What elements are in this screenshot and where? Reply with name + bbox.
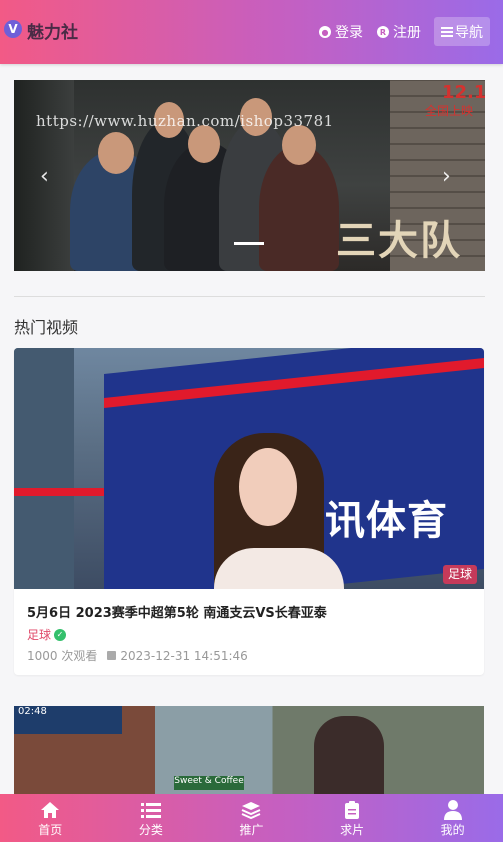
upload-date: 2023-12-31 14:51:46 (120, 648, 248, 663)
bottom-nav-profile[interactable]: 我的 (402, 794, 503, 842)
divider (14, 296, 485, 297)
list-icon (140, 799, 161, 821)
banner-figure-head (188, 125, 220, 163)
thumb-figure-body (214, 548, 344, 589)
video-category-label: 足球 (27, 628, 52, 642)
bottom-nav: 首页 分类 推广 求片 我的 (0, 794, 503, 842)
register-link[interactable]: R 注册 (377, 22, 421, 42)
layers-icon (241, 799, 261, 821)
thumb-scoreboard: 02:48 (14, 706, 122, 734)
bottom-nav-request[interactable]: 求片 (302, 794, 403, 842)
banner-figure-head (98, 132, 134, 174)
site-logo[interactable]: 魅力社 (27, 18, 78, 43)
login-label: 登录 (335, 25, 363, 41)
view-count: 1000 次观看 (27, 649, 98, 663)
home-icon (40, 799, 60, 821)
video-card[interactable]: 腾讯体育 足球 5月6日 2023赛季中超第5轮 南通支云VS长春亚泰 足球 ✓… (14, 348, 484, 675)
verified-icon: ✓ (54, 628, 67, 641)
user-icon (443, 799, 462, 821)
top-header: V 魅力社 ● 登录 R 注册 导航 (0, 0, 503, 64)
bottom-nav-label: 推广 (239, 822, 264, 837)
next-arrow-icon[interactable]: › (442, 164, 451, 189)
register-label: 注册 (393, 25, 421, 41)
bottom-nav-promote[interactable]: 推广 (201, 794, 302, 842)
video-thumbnail[interactable]: 腾讯体育 足球 (14, 348, 484, 589)
banner-watermark: https://www.huzhan.com/ishop33781 (36, 112, 334, 130)
thumb-cafe-sign: Sweet & Coffee (174, 776, 244, 790)
banner-movie-title: 三大队 (336, 218, 462, 264)
menu-icon (441, 25, 453, 39)
category-badge: 足球 (443, 565, 478, 584)
registered-icon: R (377, 26, 389, 38)
logo-icon[interactable]: V (4, 20, 22, 38)
banner-release-date: 12.15 (442, 82, 485, 103)
thumb-figure (314, 716, 384, 796)
bottom-nav-label: 首页 (38, 822, 63, 837)
video-title[interactable]: 5月6日 2023赛季中超第5轮 南通支云VS长春亚泰 (27, 602, 327, 621)
bottom-nav-label: 我的 (440, 822, 465, 837)
user-icon: ● (319, 26, 331, 38)
clipboard-icon (344, 799, 360, 821)
banner-figure-head (282, 125, 316, 165)
thumb-figure-face (239, 448, 297, 526)
video-meta: 1000 次观看 2023-12-31 14:51:46 (27, 647, 248, 664)
carousel-indicator[interactable] (234, 242, 264, 245)
login-link[interactable]: ● 登录 (319, 22, 363, 42)
banner-release-text: 全国上映 (425, 104, 474, 118)
bottom-nav-home[interactable]: 首页 (0, 794, 101, 842)
video-thumbnail[interactable]: 02:48 Sweet & Coffee (14, 706, 484, 796)
section-title: 热门视频 (14, 318, 79, 337)
bottom-nav-label: 求片 (340, 822, 365, 837)
prev-arrow-icon[interactable]: ‹ (40, 164, 49, 189)
thumb-stripe (14, 488, 104, 496)
banner-carousel[interactable]: https://www.huzhan.com/ishop33781 12.15 … (14, 80, 485, 271)
nav-label: 导航 (455, 24, 483, 41)
calendar-icon (107, 651, 117, 660)
nav-button[interactable]: 导航 (434, 17, 490, 46)
bottom-nav-label: 分类 (138, 822, 163, 837)
video-category[interactable]: 足球 ✓ (27, 626, 67, 643)
bottom-nav-category[interactable]: 分类 (101, 794, 202, 842)
thumb-wall-left (14, 348, 74, 589)
